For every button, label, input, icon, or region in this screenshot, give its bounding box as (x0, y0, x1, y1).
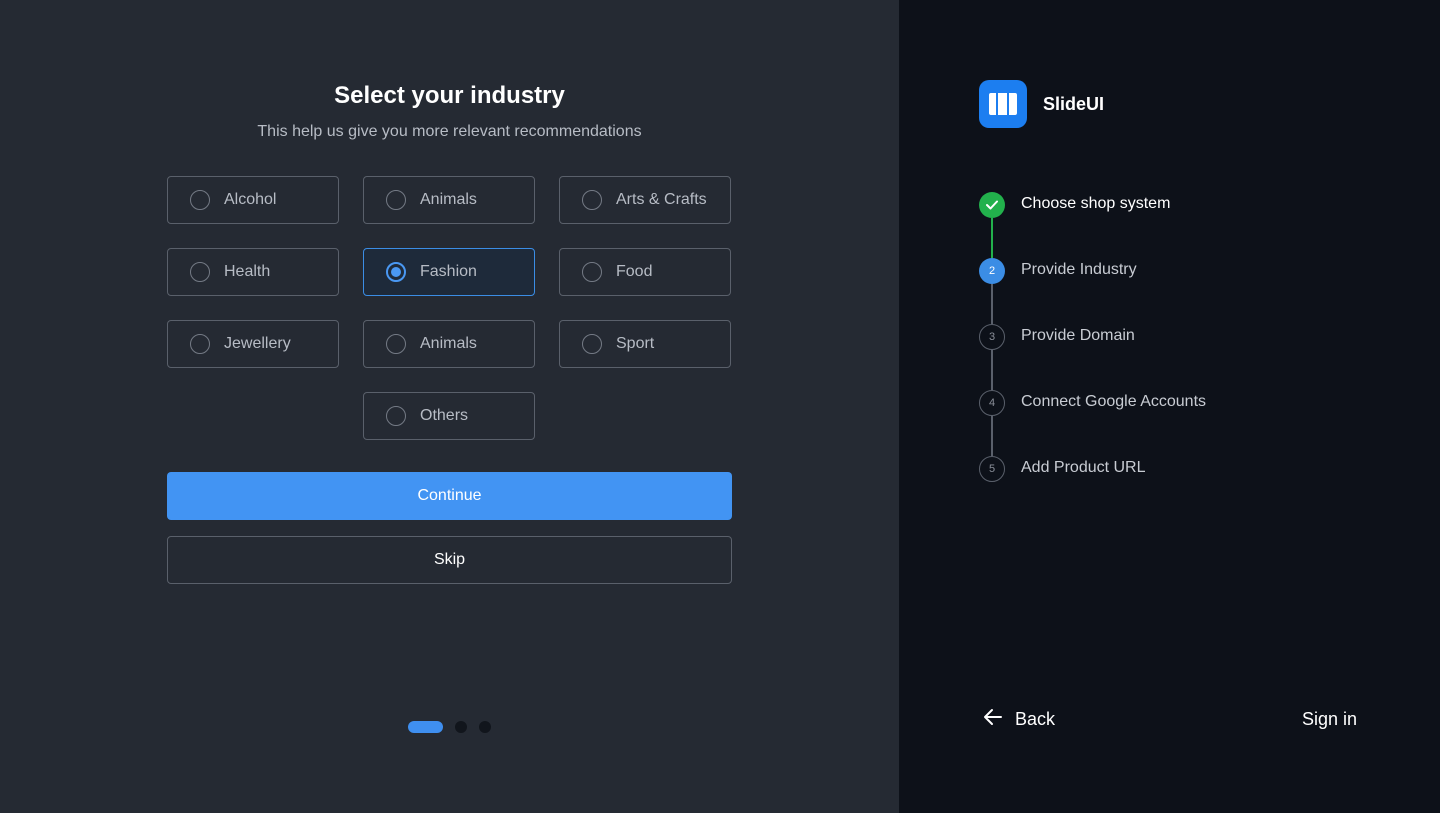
skip-button[interactable]: Skip (167, 536, 732, 584)
industry-option-health[interactable]: Health (167, 248, 339, 296)
radio-selected-icon (386, 262, 406, 282)
option-label: Animals (420, 191, 477, 208)
industry-option-fashion[interactable]: Fashion (363, 248, 535, 296)
arrow-left-icon (983, 708, 1003, 731)
industry-option-jewellery[interactable]: Jewellery (167, 320, 339, 368)
step-3-indicator: 3 (979, 324, 1005, 350)
option-label: Arts & Crafts (616, 191, 707, 208)
sign-in-link[interactable]: Sign in (1302, 709, 1357, 730)
pagination-dot-active[interactable] (408, 721, 443, 733)
step-5-indicator: 5 (979, 456, 1005, 482)
pagination-dot[interactable] (455, 721, 467, 733)
radio-icon (582, 262, 602, 282)
step-4-indicator: 4 (979, 390, 1005, 416)
option-label: Fashion (420, 263, 477, 280)
step-3-label: Provide Domain (1021, 327, 1135, 344)
step-1-check-icon (979, 192, 1005, 218)
pagination-dot[interactable] (479, 721, 491, 733)
step-1-label: Choose shop system (1021, 195, 1171, 212)
industry-option-sport[interactable]: Sport (559, 320, 731, 368)
option-label: Alcohol (224, 191, 277, 208)
step-4-label: Connect Google Accounts (1021, 393, 1207, 410)
page-title: Select your industry (334, 82, 565, 109)
main-panel: Select your industry This help us give y… (0, 0, 899, 813)
option-label: Food (616, 263, 653, 280)
step-connector (991, 284, 993, 324)
option-label: Animals (420, 335, 477, 352)
option-label: Health (224, 263, 271, 280)
radio-icon (386, 334, 406, 354)
radio-icon (386, 406, 406, 426)
option-label: Others (420, 407, 469, 424)
step-connector (991, 350, 993, 390)
option-label: Jewellery (224, 335, 291, 352)
radio-icon (190, 190, 210, 210)
radio-icon (190, 334, 210, 354)
industry-option-others[interactable]: Others (363, 392, 535, 440)
step-2-label: Provide Industry (1021, 261, 1137, 278)
radio-icon (582, 334, 602, 354)
brand-name: SlideUI (1043, 94, 1105, 114)
back-label: Back (1015, 709, 1056, 729)
pagination-dots (408, 721, 503, 733)
industry-option-animals-2[interactable]: Animals (363, 320, 535, 368)
continue-button[interactable]: Continue (167, 472, 732, 520)
slides-logo-icon (979, 80, 1027, 128)
page-subtitle: This help us give you more relevant reco… (257, 123, 642, 140)
radio-icon (190, 262, 210, 282)
step-2-indicator: 2 (979, 258, 1005, 284)
back-button[interactable]: Back (983, 708, 1055, 731)
step-connector (991, 416, 993, 456)
option-label: Sport (616, 335, 655, 352)
industry-option-arts-crafts[interactable]: Arts & Crafts (559, 176, 731, 224)
industry-option-animals[interactable]: Animals (363, 176, 535, 224)
industry-option-food[interactable]: Food (559, 248, 731, 296)
step-connector-complete (991, 218, 993, 258)
step-5-label: Add Product URL (1021, 459, 1146, 476)
radio-icon (386, 190, 406, 210)
radio-icon (582, 190, 602, 210)
industry-option-alcohol[interactable]: Alcohol (167, 176, 339, 224)
